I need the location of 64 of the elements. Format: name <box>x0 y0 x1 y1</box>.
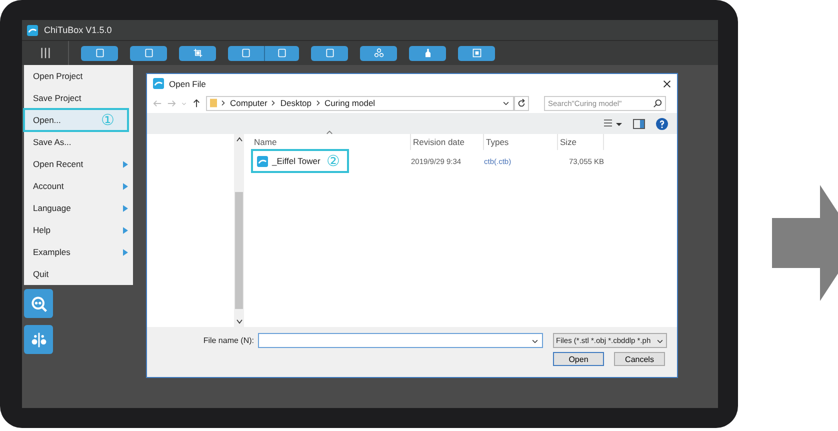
toolbar-button[interactable] <box>409 46 446 60</box>
split-icon <box>30 330 48 348</box>
menu-item[interactable]: Save As... <box>24 131 133 153</box>
toolbar-button[interactable] <box>228 46 265 60</box>
close-icon[interactable] <box>663 80 671 88</box>
square-icon <box>472 48 482 58</box>
breadcrumb[interactable]: Desktop <box>280 98 312 108</box>
menu-item[interactable]: Examples <box>24 241 133 263</box>
scrollbar[interactable] <box>234 134 244 327</box>
breadcrumb[interactable]: Computer <box>230 98 268 108</box>
toolbar-button[interactable] <box>360 46 397 60</box>
scroll-up-icon[interactable] <box>236 137 242 142</box>
dropdown-caret-icon[interactable] <box>502 99 510 107</box>
menu-icon[interactable] <box>40 47 50 59</box>
menu-item[interactable]: Open Recent <box>24 153 133 175</box>
menu-item[interactable]: Language <box>24 197 133 219</box>
chevron-icon <box>221 100 226 106</box>
toolbar-button[interactable] <box>265 46 299 60</box>
split-button[interactable] <box>24 325 53 354</box>
menu-item[interactable]: Quit <box>24 263 133 285</box>
preview-pane-icon[interactable] <box>633 118 645 128</box>
column-header[interactable]: Name <box>252 134 411 150</box>
help-icon[interactable] <box>656 118 668 130</box>
menu-item[interactable]: Help <box>24 219 133 241</box>
app-logo-icon <box>27 24 38 36</box>
file-item[interactable]: _Eiffel Tower ② <box>252 150 348 172</box>
magnifier-icon <box>30 294 48 312</box>
window-title: ChiTuBox V1.5.0 <box>44 25 112 35</box>
bottle-icon <box>422 48 432 58</box>
column-header[interactable]: Size <box>558 134 604 150</box>
menu-item[interactable]: Open... ① <box>24 109 128 131</box>
chevron-icon <box>271 100 276 106</box>
cubes-icon <box>374 48 384 58</box>
menu-item[interactable]: Account <box>24 175 133 197</box>
open-button[interactable]: Open <box>553 352 604 366</box>
file-name-field[interactable] <box>258 333 543 348</box>
toolbar-button[interactable] <box>130 46 167 60</box>
step-number: ② <box>326 154 340 168</box>
menu-item[interactable]: Save Project <box>24 87 133 109</box>
column-header[interactable]: Types <box>484 134 558 150</box>
up-arrow-icon[interactable] <box>192 98 201 108</box>
chevron-icon <box>316 100 321 106</box>
app-logo-icon <box>153 78 164 89</box>
search-model-button[interactable] <box>24 289 53 318</box>
field-label: File name (N): <box>203 336 254 345</box>
step-number: ① <box>101 112 114 128</box>
toolbar-button[interactable] <box>179 46 216 60</box>
search-icon <box>653 98 662 108</box>
menu-item[interactable]: Open Project <box>24 65 133 87</box>
scroll-down-icon[interactable] <box>236 319 242 324</box>
refresh-button[interactable] <box>514 96 529 110</box>
toolbar-button[interactable] <box>311 46 348 60</box>
dialog-title: Open File <box>169 78 206 88</box>
file-icon <box>257 156 268 166</box>
view-options-icon[interactable] <box>604 118 622 128</box>
refresh-icon <box>517 98 526 108</box>
address-bar[interactable]: Computer Desktop Curing model <box>206 96 514 110</box>
toolbar-button[interactable] <box>458 46 495 60</box>
crop-icon <box>192 48 202 58</box>
sort-caret-icon <box>326 130 333 135</box>
breadcrumb[interactable]: Curing model <box>324 98 376 108</box>
column-header[interactable]: Revision date <box>411 134 484 150</box>
cancel-button[interactable]: Cancels <box>614 352 665 366</box>
toolbar-button[interactable] <box>81 46 118 60</box>
